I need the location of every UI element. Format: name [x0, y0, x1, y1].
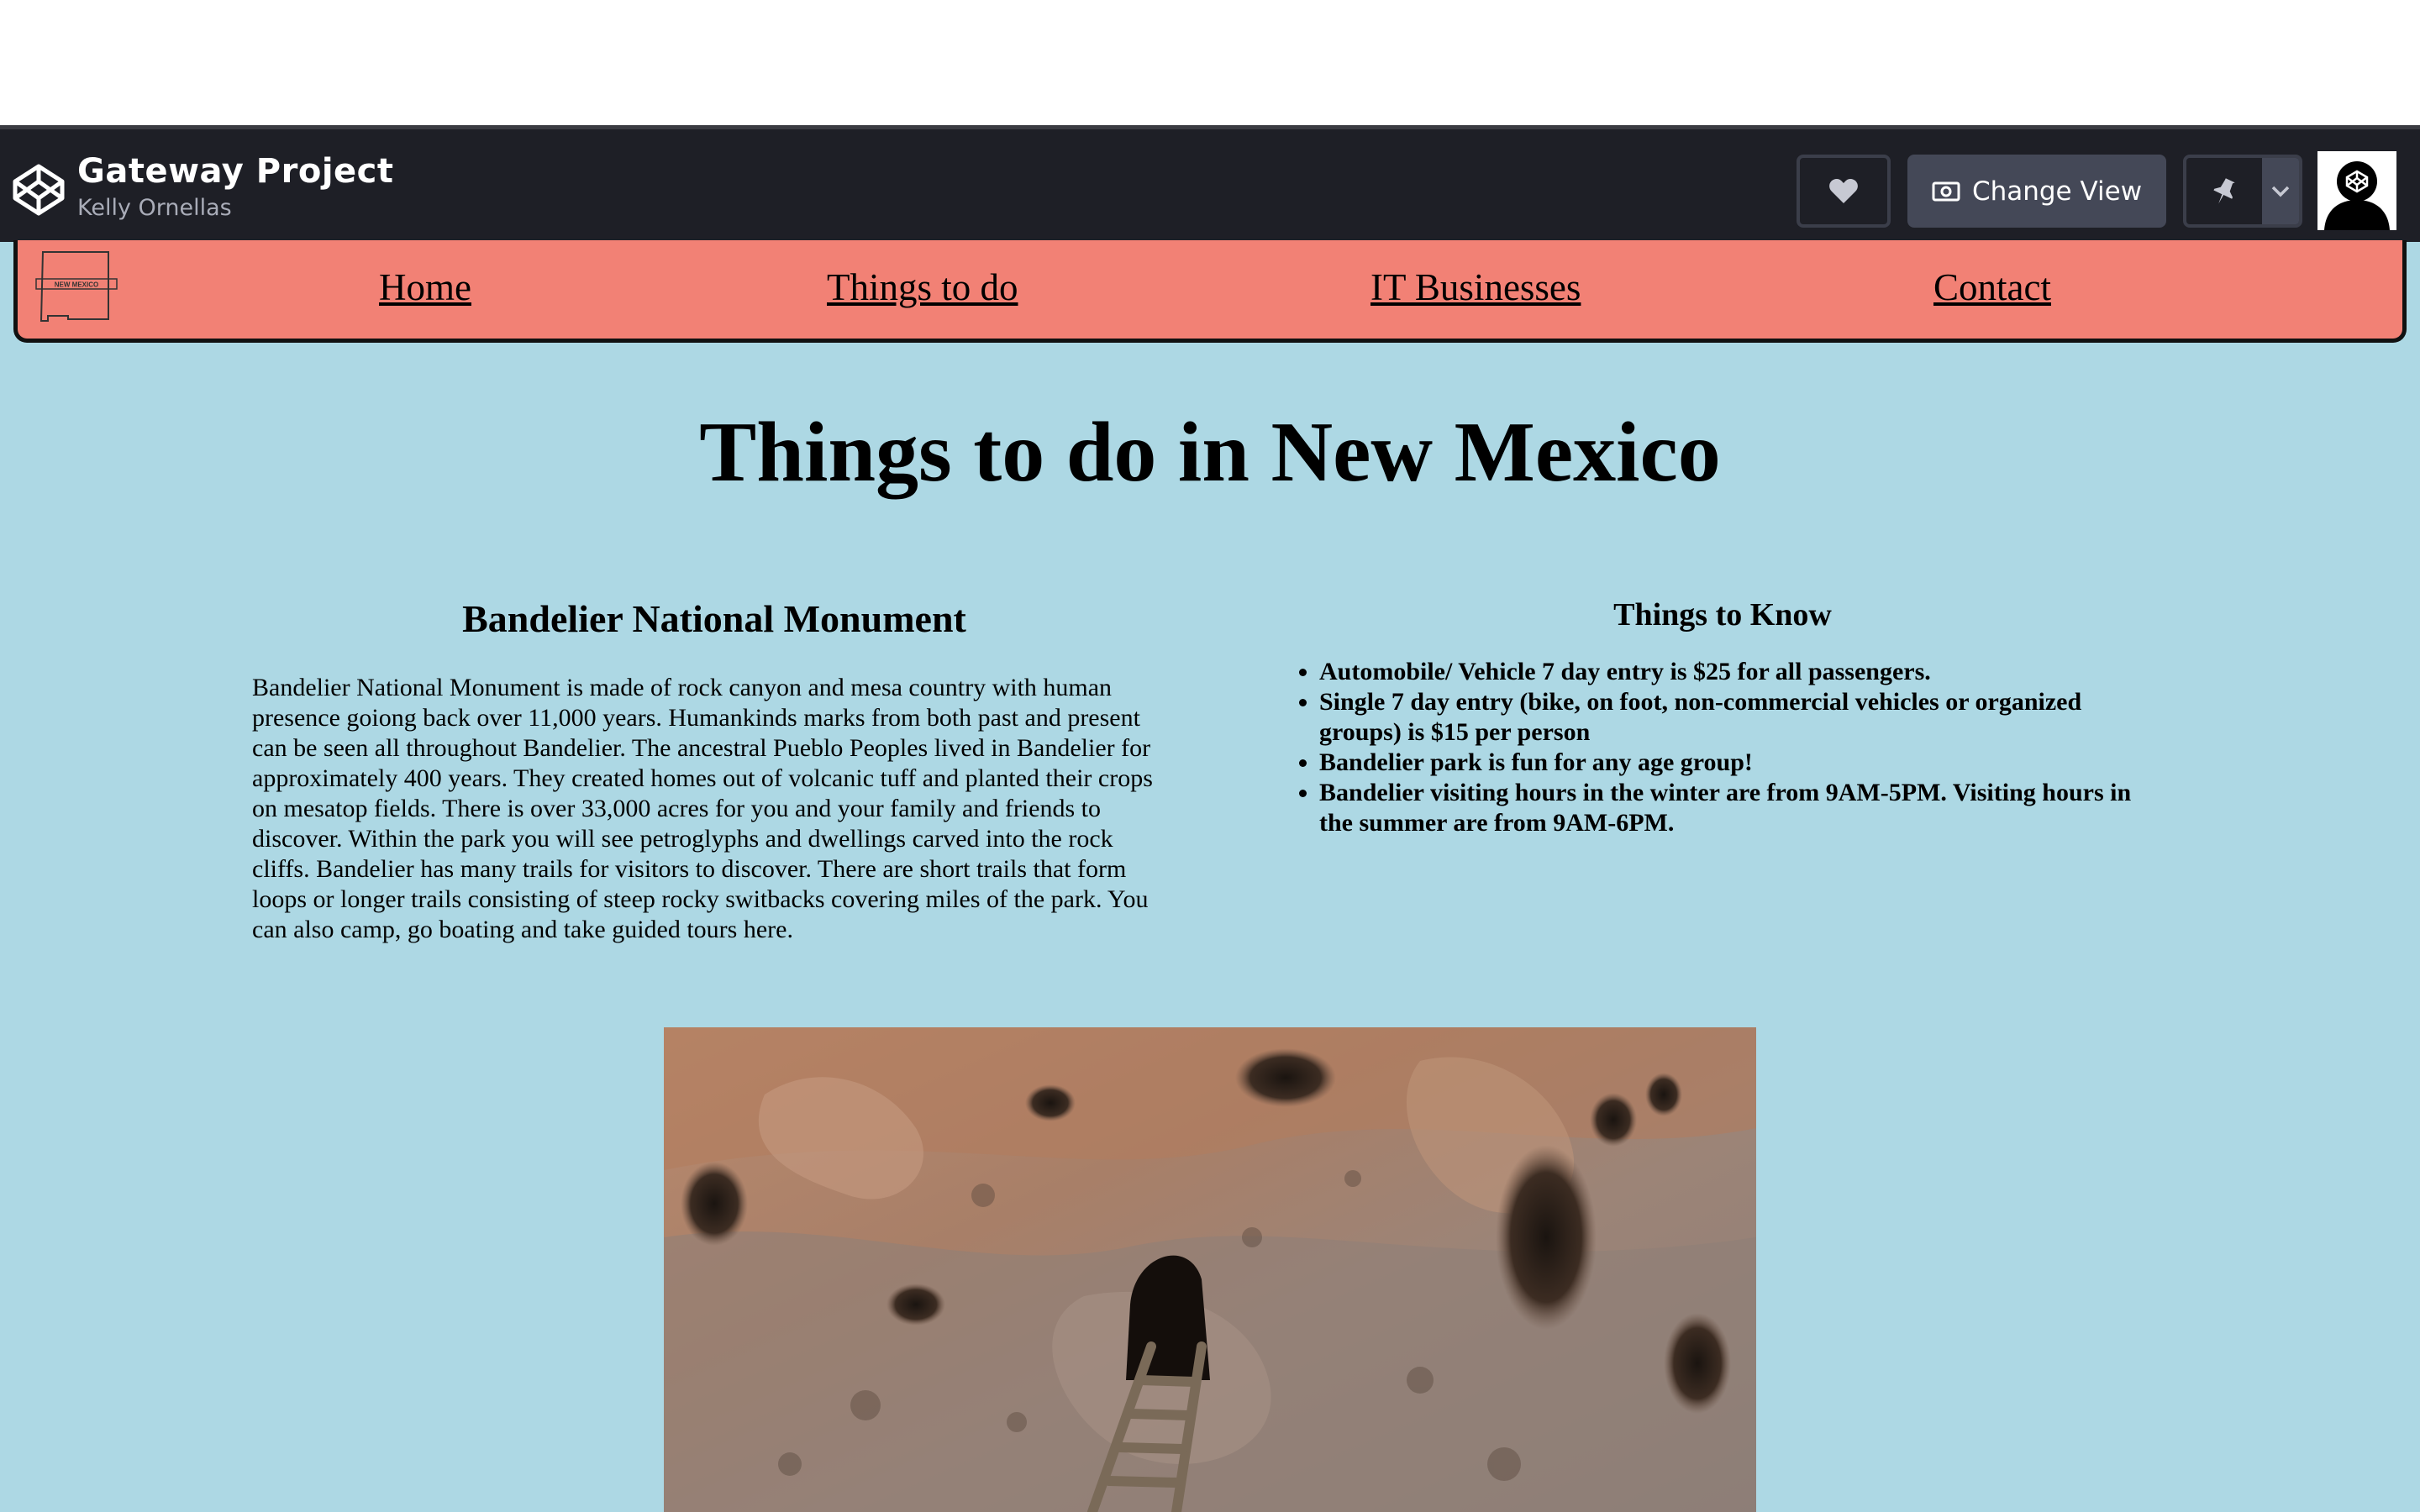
logo-text: NEW MEXICO — [55, 281, 98, 289]
bandelier-cliff-dwelling-photo — [664, 1027, 1756, 1512]
pin-icon — [2213, 177, 2235, 204]
eye-icon — [1932, 181, 1960, 201]
list-item: Bandelier visiting hours in the winter a… — [1319, 778, 2160, 838]
project-title[interactable]: Gateway Project — [77, 152, 393, 191]
list-item: Automobile/ Vehicle 7 day entry is $25 f… — [1319, 657, 2160, 687]
new-mexico-state-icon[interactable]: NEW MEXICO — [34, 247, 118, 326]
codepen-logo-icon[interactable] — [12, 163, 66, 217]
list-item: Bandelier park is fun for any age group! — [1319, 748, 2160, 778]
like-button[interactable] — [1797, 155, 1891, 228]
browser-blank-area — [0, 0, 2420, 125]
heart-icon — [1829, 178, 1858, 203]
avatar[interactable] — [2317, 151, 2396, 230]
nav-link-home[interactable]: Home — [379, 265, 471, 309]
bandelier-description: Bandelier National Monument is made of r… — [252, 674, 1153, 943]
change-view-label: Change View — [1971, 176, 2143, 207]
change-view-button[interactable]: Change View — [1907, 155, 2166, 228]
nav-link-things-to-do[interactable]: Things to do — [827, 265, 1018, 309]
pin-button[interactable] — [2183, 155, 2302, 228]
chevron-down-icon — [2271, 186, 2290, 197]
things-to-know-section: Things to Know Automobile/ Vehicle 7 day… — [1286, 596, 2160, 838]
nav-link-it-businesses[interactable]: IT Businesses — [1370, 265, 1581, 309]
site-navbar: NEW MEXICO Home Things to do IT Business… — [13, 240, 2407, 343]
codepen-header: Gateway Project Kelly Ornellas Change Vi… — [0, 125, 2420, 242]
things-to-know-heading: Things to Know — [1613, 597, 1832, 633]
project-author[interactable]: Kelly Ornellas — [77, 195, 232, 221]
pin-dropdown[interactable] — [2262, 158, 2299, 224]
list-item: Single 7 day entry (bike, on foot, non-c… — [1319, 687, 2160, 748]
page-title: Things to do in New Mexico — [699, 405, 1721, 500]
avatar-image — [2317, 151, 2396, 230]
nav-link-contact[interactable]: Contact — [1933, 265, 2051, 309]
bandelier-section: Bandelier National Monument Bandelier Na… — [252, 596, 1176, 945]
bandelier-heading: Bandelier National Monument — [462, 597, 966, 640]
things-to-know-list: Automobile/ Vehicle 7 day entry is $25 f… — [1286, 657, 2160, 838]
